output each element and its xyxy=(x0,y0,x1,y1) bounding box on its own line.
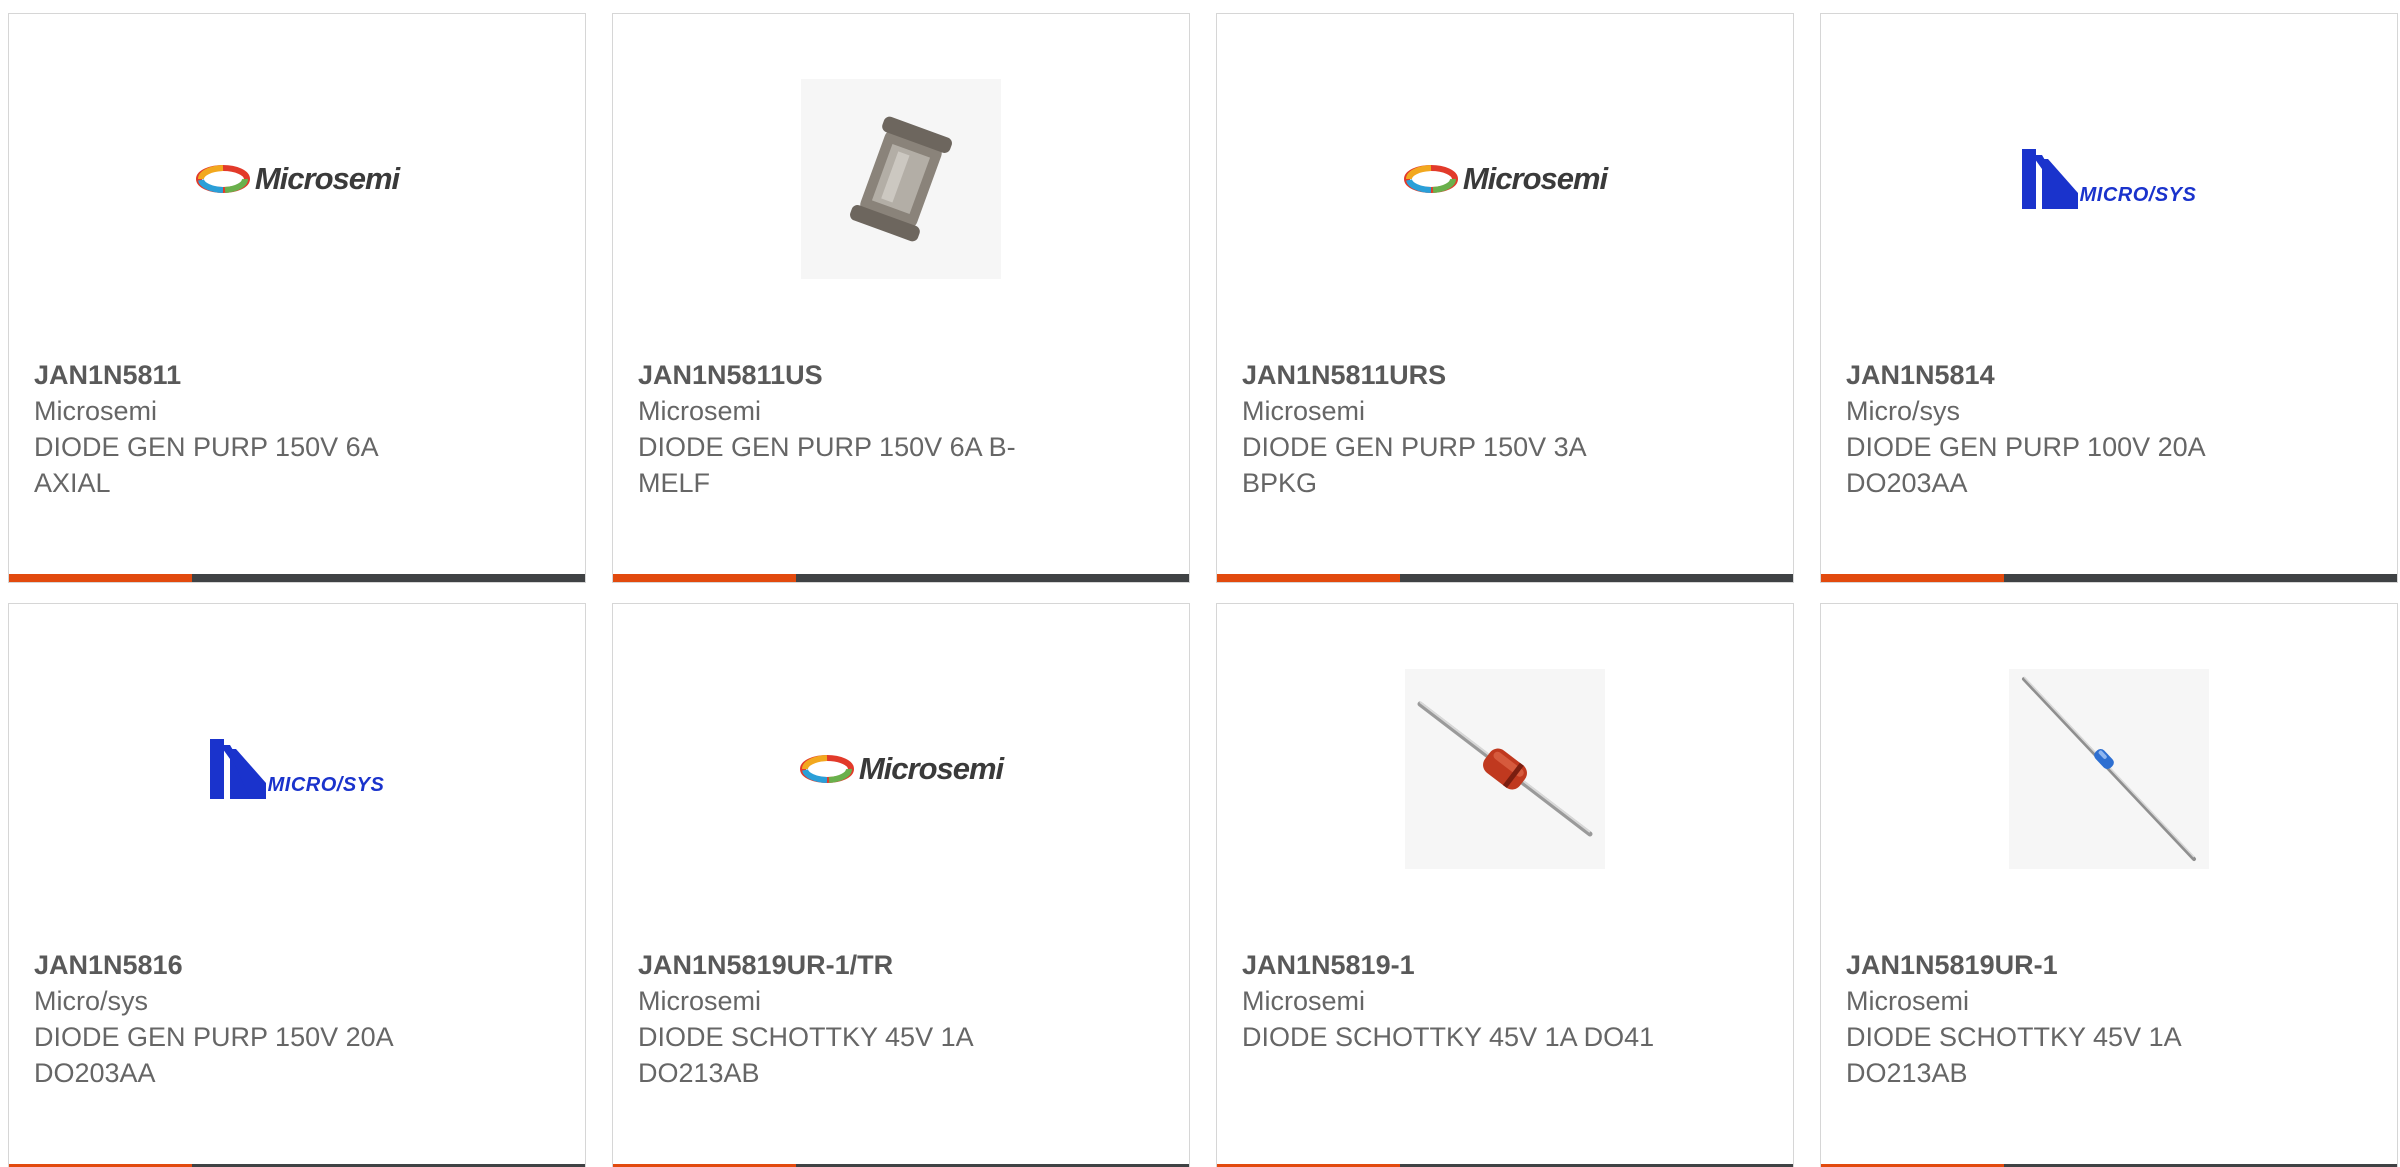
card-accent-bar xyxy=(1821,574,2004,582)
microsemi-logo: Microsemi xyxy=(195,161,400,197)
melf-diode-photo xyxy=(801,79,1001,279)
product-card[interactable]: Microsemi JAN1N5819UR-1/TR Microsemi DIO… xyxy=(612,603,1190,1167)
product-info: JAN1N5819-1 Microsemi DIODE SCHOTTKY 45V… xyxy=(1242,947,1662,1055)
description: DIODE SCHOTTKY 45V 1A DO41 xyxy=(1242,1022,1655,1052)
card-accent-bar xyxy=(1217,574,1400,582)
part-number[interactable]: JAN1N5811URS xyxy=(1242,357,1662,393)
part-number[interactable]: JAN1N5811 xyxy=(34,357,454,393)
product-info: JAN1N5819UR-1 Microsemi DIODE SCHOTTKY 4… xyxy=(1846,947,2266,1091)
part-number[interactable]: JAN1N5811US xyxy=(638,357,1058,393)
part-number[interactable]: JAN1N5819UR-1/TR xyxy=(638,947,1058,983)
product-image[interactable] xyxy=(1217,664,1793,874)
microsemi-logo: Microsemi xyxy=(799,751,1004,787)
product-card[interactable]: MICRO/SYS JAN1N5814 Micro/sys DIODE GEN … xyxy=(1820,13,2398,583)
card-bottom-bar xyxy=(9,574,585,582)
description: DIODE GEN PURP 150V 20A DO203AA xyxy=(34,1022,393,1088)
product-info: JAN1N5819UR-1/TR Microsemi DIODE SCHOTTK… xyxy=(638,947,1058,1091)
part-number[interactable]: JAN1N5819-1 xyxy=(1242,947,1662,983)
do41-diode-photo xyxy=(1405,669,1605,869)
microsys-logo: MICRO/SYS xyxy=(2021,149,2197,209)
manufacturer: Micro/sys xyxy=(1846,396,1960,426)
card-bottom-bar xyxy=(613,574,1189,582)
card-bottom-bar xyxy=(1217,574,1793,582)
description: DIODE GEN PURP 150V 6A B-MELF xyxy=(638,432,1016,498)
product-grid: Microsemi JAN1N5811 Microsemi DIODE GEN … xyxy=(0,0,2400,1167)
manufacturer: Microsemi xyxy=(638,986,762,1016)
microsys-logo-text: MICRO/SYS xyxy=(267,774,385,796)
glass-diode-photo xyxy=(2009,669,2209,869)
manufacturer: Microsemi xyxy=(34,396,158,426)
manufacturer: Micro/sys xyxy=(34,986,148,1016)
microsemi-logo-text: Microsemi xyxy=(254,161,400,196)
card-accent-bar xyxy=(9,574,192,582)
product-info: JAN1N5816 Micro/sys DIODE GEN PURP 150V … xyxy=(34,947,454,1091)
product-image[interactable]: MICRO/SYS xyxy=(9,664,585,874)
product-image[interactable]: Microsemi xyxy=(9,74,585,284)
product-card[interactable]: Microsemi JAN1N5811 Microsemi DIODE GEN … xyxy=(8,13,586,583)
product-info: JAN1N5811 Microsemi DIODE GEN PURP 150V … xyxy=(34,357,454,501)
description: DIODE SCHOTTKY 45V 1A DO213AB xyxy=(638,1022,973,1088)
description: DIODE GEN PURP 150V 3A BPKG xyxy=(1242,432,1586,498)
product-image[interactable] xyxy=(613,74,1189,284)
product-image[interactable] xyxy=(1821,664,2397,874)
part-number[interactable]: JAN1N5814 xyxy=(1846,357,2266,393)
manufacturer: Microsemi xyxy=(1242,986,1366,1016)
product-image[interactable]: Microsemi xyxy=(1217,74,1793,284)
product-image[interactable]: Microsemi xyxy=(613,664,1189,874)
card-bottom-bar xyxy=(1821,574,2397,582)
product-card[interactable]: MICRO/SYS JAN1N5816 Micro/sys DIODE GEN … xyxy=(8,603,586,1167)
product-info: JAN1N5814 Micro/sys DIODE GEN PURP 100V … xyxy=(1846,357,2266,501)
product-info: JAN1N5811US Microsemi DIODE GEN PURP 150… xyxy=(638,357,1058,501)
card-accent-bar xyxy=(613,574,796,582)
product-card[interactable]: Microsemi JAN1N5811URS Microsemi DIODE G… xyxy=(1216,13,1794,583)
product-card[interactable]: JAN1N5819UR-1 Microsemi DIODE SCHOTTKY 4… xyxy=(1820,603,2398,1167)
manufacturer: Microsemi xyxy=(1846,986,1970,1016)
manufacturer: Microsemi xyxy=(638,396,762,426)
microsemi-logo: Microsemi xyxy=(1403,161,1608,197)
microsemi-logo-text: Microsemi xyxy=(858,751,1004,786)
description: DIODE SCHOTTKY 45V 1A DO213AB xyxy=(1846,1022,2181,1088)
part-number[interactable]: JAN1N5819UR-1 xyxy=(1846,947,2266,983)
description: DIODE GEN PURP 150V 6A AXIAL xyxy=(34,432,378,498)
part-number[interactable]: JAN1N5816 xyxy=(34,947,454,983)
product-card[interactable]: JAN1N5811US Microsemi DIODE GEN PURP 150… xyxy=(612,13,1190,583)
product-card[interactable]: JAN1N5819-1 Microsemi DIODE SCHOTTKY 45V… xyxy=(1216,603,1794,1167)
description: DIODE GEN PURP 100V 20A DO203AA xyxy=(1846,432,2205,498)
microsys-logo-text: MICRO/SYS xyxy=(2079,184,2197,206)
product-info: JAN1N5811URS Microsemi DIODE GEN PURP 15… xyxy=(1242,357,1662,501)
microsemi-logo-text: Microsemi xyxy=(1462,161,1608,196)
product-image[interactable]: MICRO/SYS xyxy=(1821,74,2397,284)
manufacturer: Microsemi xyxy=(1242,396,1366,426)
microsys-logo: MICRO/SYS xyxy=(209,739,385,799)
